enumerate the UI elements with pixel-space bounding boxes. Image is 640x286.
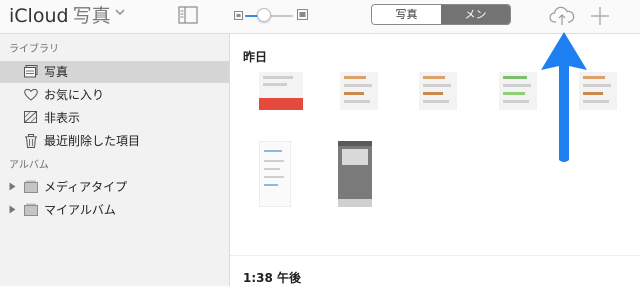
app-title[interactable]: iCloud 写真 — [9, 5, 111, 27]
chevron-down-icon[interactable] — [115, 9, 125, 16]
photo-thumbnail[interactable] — [338, 141, 372, 207]
sidebar-item-media-types[interactable]: メディアタイプ — [0, 176, 229, 198]
folder-icon — [24, 203, 38, 216]
folder-icon — [24, 180, 38, 193]
sidebar-item-recently-deleted[interactable]: 最近削除した項目 — [0, 130, 229, 152]
divider — [230, 255, 640, 256]
sidebar-item-photos[interactable]: 写真 — [0, 61, 229, 83]
sidebar-item-label: メディアタイプ — [44, 180, 128, 194]
sidebar-item-label: 写真 — [44, 65, 69, 79]
albums-header: アルバム — [9, 160, 49, 171]
upload-icon[interactable] — [549, 5, 575, 27]
section-name: 写真 — [72, 5, 111, 27]
tab-memories[interactable]: メン — [441, 5, 510, 24]
sidebar-item-label: お気に入り — [44, 88, 105, 102]
disclosure-triangle-icon[interactable] — [9, 205, 16, 214]
sidebar-item-favorites[interactable]: お気に入り — [0, 84, 229, 106]
time-label: 1:38 午後 — [243, 271, 302, 285]
sidebar-item-hidden[interactable]: 非表示 — [0, 107, 229, 129]
sidebar-toggle-icon[interactable] — [178, 6, 198, 24]
sidebar: ライブラリ 写真 お気に入り 非表示 最近削除した項目 アルバム メディアタイプ… — [0, 34, 230, 286]
zoom-in-icon[interactable] — [297, 9, 308, 20]
photos-icon — [24, 65, 38, 78]
sidebar-item-label: 最近削除した項目 — [44, 134, 141, 148]
hidden-icon — [24, 111, 37, 123]
heart-icon — [24, 88, 38, 101]
zoom-slider-thumb[interactable] — [257, 8, 271, 22]
photo-thumbnail[interactable] — [259, 141, 291, 207]
app-name: iCloud — [9, 5, 69, 27]
section-title: 昨日 — [243, 50, 268, 64]
sidebar-item-label: 非表示 — [44, 111, 81, 125]
zoom-out-icon[interactable] — [234, 11, 243, 20]
sidebar-item-label: マイアルバム — [44, 203, 116, 217]
add-icon[interactable] — [589, 5, 611, 27]
toolbar: iCloud 写真 写真 メン — [0, 0, 640, 34]
sidebar-item-my-albums[interactable]: マイアルバム — [0, 199, 229, 221]
disclosure-triangle-icon[interactable] — [9, 182, 16, 191]
tab-photos[interactable]: 写真 — [372, 5, 441, 24]
trash-icon — [25, 134, 37, 148]
view-segmented-control: 写真 メン — [371, 4, 511, 25]
library-header: ライブラリ — [9, 44, 59, 55]
arrow-up-annotation-icon — [541, 32, 587, 162]
